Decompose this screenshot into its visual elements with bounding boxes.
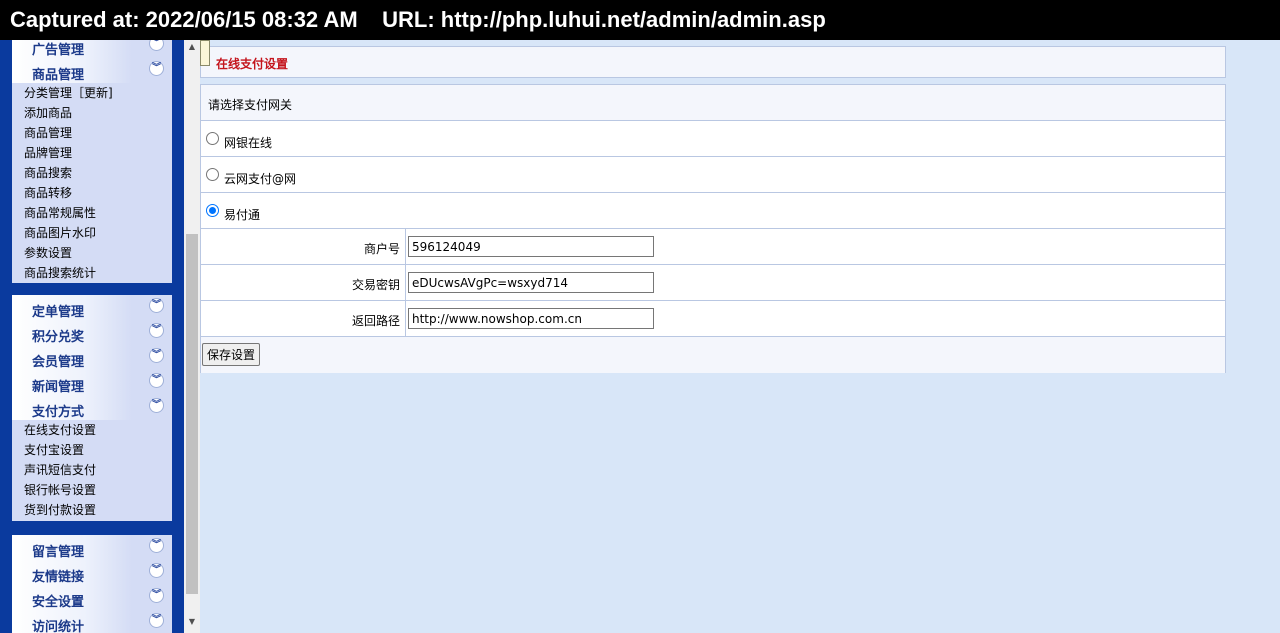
gateway-heading: 请选择支付网关 (208, 98, 293, 112)
nav-item-goods-transfer[interactable]: 商品转移 (12, 183, 172, 203)
save-settings-button[interactable]: 保存设置 (202, 343, 261, 366)
nav-group-title: 访问统计 (32, 620, 85, 633)
form-footer-row: 保存设置 (201, 337, 1225, 373)
nav-item-online-pay[interactable]: 在线支付设置 (12, 420, 172, 440)
gateway-radio-yifutong[interactable] (206, 204, 219, 217)
gateway-option-row[interactable]: 云网支付@网 (201, 157, 1225, 193)
gateway-label[interactable]: 云网支付@网 (224, 170, 296, 187)
double-chevron-down-icon[interactable]: ︾ (149, 538, 164, 553)
nav-group-title: 定单管理 (32, 305, 85, 320)
nav-group-header[interactable]: 商品管理 ︾ (12, 58, 172, 83)
payment-settings-form: 请选择支付网关 网银在线 云网支付@网 易付通 商户号 交易密钥 返回路径 保存… (200, 84, 1226, 373)
trade-key-label: 交易密钥 (351, 278, 400, 292)
nav-group-links[interactable]: 友情链接 ︾ (12, 560, 172, 585)
trade-key-input[interactable] (408, 272, 654, 293)
double-chevron-down-icon[interactable]: ︾ (149, 61, 164, 76)
double-chevron-down-icon[interactable]: ︾ (149, 563, 164, 578)
nav-item-params[interactable]: 参数设置 (12, 243, 172, 263)
page-title-bar: 在线支付设置 (200, 46, 1226, 78)
double-chevron-down-icon[interactable]: ︾ (149, 40, 164, 51)
nav-item-search-stats[interactable]: 商品搜索统计 (12, 263, 172, 283)
double-chevron-down-icon[interactable]: ︾ (149, 398, 164, 413)
return-url-label: 返回路径 (351, 314, 400, 328)
arrow-up-icon[interactable]: ▲ (184, 42, 200, 56)
nav-item-alipay[interactable]: 支付宝设置 (12, 440, 172, 460)
gateway-label[interactable]: 网银在线 (224, 134, 272, 151)
nav-group-title: 留言管理 (32, 545, 85, 560)
nav-group-title: 广告管理 (32, 43, 85, 58)
nav-group-security[interactable]: 安全设置 ︾ (12, 585, 172, 610)
nav-item-goods-attrs[interactable]: 商品常规属性 (12, 203, 172, 223)
nav-item-category[interactable]: 分类管理［更新] (12, 83, 172, 103)
nav-item-cod[interactable]: 货到付款设置 (12, 500, 172, 520)
nav-group-middle: 定单管理 ︾ 积分兑奖 ︾ 会员管理 ︾ 新闻管理 ︾ 支付方式 ︾ 在线支付设… (12, 295, 172, 521)
nav-group-members[interactable]: 会员管理 ︾ (12, 345, 172, 370)
nav-group-title: 会员管理 (32, 355, 85, 370)
merchant-id-label: 商户号 (363, 242, 400, 256)
left-frame-scrollbar[interactable]: ▲ ▼ (184, 40, 200, 633)
gateway-option-row[interactable]: 网银在线 (201, 121, 1225, 157)
nav-item-brand[interactable]: 品牌管理 (12, 143, 172, 163)
nav-group-title: 安全设置 (32, 595, 85, 610)
double-chevron-down-icon[interactable]: ︾ (149, 348, 164, 363)
nav-group-visits[interactable]: 访问统计 ︾ (12, 610, 172, 633)
merchant-id-input[interactable] (408, 236, 654, 257)
double-chevron-down-icon[interactable]: ︾ (149, 323, 164, 338)
gateway-heading-row: 请选择支付网关 (201, 85, 1225, 121)
scrollbar-thumb[interactable] (186, 234, 198, 594)
gateway-radio-yunwang[interactable] (206, 168, 219, 181)
nav-group-title: 商品管理 (32, 68, 85, 83)
nav-group-title: 友情链接 (32, 570, 85, 585)
nav-group-points[interactable]: 积分兑奖 ︾ (12, 320, 172, 345)
return-url-row: 返回路径 (201, 301, 1225, 337)
nav-item-sms-pay[interactable]: 声讯短信支付 (12, 460, 172, 480)
nav-group-title: 积分兑奖 (32, 330, 85, 345)
nav-group-bottom: 留言管理 ︾ 友情链接 ︾ 安全设置 ︾ 访问统计 ︾ (12, 535, 172, 633)
frame-splitter-handle[interactable] (200, 40, 210, 66)
nav-group-news[interactable]: 新闻管理 ︾ (12, 370, 172, 395)
gateway-option-row[interactable]: 易付通 (201, 193, 1225, 229)
nav-group-title: 新闻管理 (32, 380, 85, 395)
page-title: 在线支付设置 (216, 57, 289, 71)
left-nav-frame: 广告管理 ︾ 商品管理 ︾ 分类管理［更新] 添加商品 商品管理 品牌管理 商品… (0, 40, 184, 633)
double-chevron-down-icon[interactable]: ︾ (149, 373, 164, 388)
nav-group-messages[interactable]: 留言管理 ︾ (12, 535, 172, 560)
capture-banner: Captured at: 2022/06/15 08:32 AM URL: ht… (0, 0, 1280, 40)
merchant-id-row: 商户号 (201, 229, 1225, 265)
nav-item-add-goods[interactable]: 添加商品 (12, 103, 172, 123)
nav-group-ads: 广告管理 ︾ (12, 40, 172, 59)
nav-item-goods-manage[interactable]: 商品管理 (12, 123, 172, 143)
nav-group-goods: 商品管理 ︾ 分类管理［更新] 添加商品 商品管理 品牌管理 商品搜索 商品转移… (12, 58, 172, 283)
double-chevron-down-icon[interactable]: ︾ (149, 613, 164, 628)
arrow-down-icon[interactable]: ▼ (184, 617, 200, 631)
nav-item-bank-account[interactable]: 银行帐号设置 (12, 480, 172, 500)
nav-group-header[interactable]: 广告管理 ︾ (12, 40, 172, 58)
nav-group-orders[interactable]: 定单管理 ︾ (12, 295, 172, 320)
nav-group-payment[interactable]: 支付方式 ︾ (12, 395, 172, 420)
main-content: 在线支付设置 请选择支付网关 网银在线 云网支付@网 易付通 商户号 交易密钥 … (200, 40, 1280, 633)
double-chevron-down-icon[interactable]: ︾ (149, 588, 164, 603)
return-url-input[interactable] (408, 308, 654, 329)
nav-group-title: 支付方式 (32, 405, 85, 420)
double-chevron-down-icon[interactable]: ︾ (149, 298, 164, 313)
gateway-label[interactable]: 易付通 (224, 206, 260, 223)
trade-key-row: 交易密钥 (201, 265, 1225, 301)
gateway-radio-chinabank[interactable] (206, 132, 219, 145)
nav-item-watermark[interactable]: 商品图片水印 (12, 223, 172, 243)
nav-item-goods-search[interactable]: 商品搜索 (12, 163, 172, 183)
